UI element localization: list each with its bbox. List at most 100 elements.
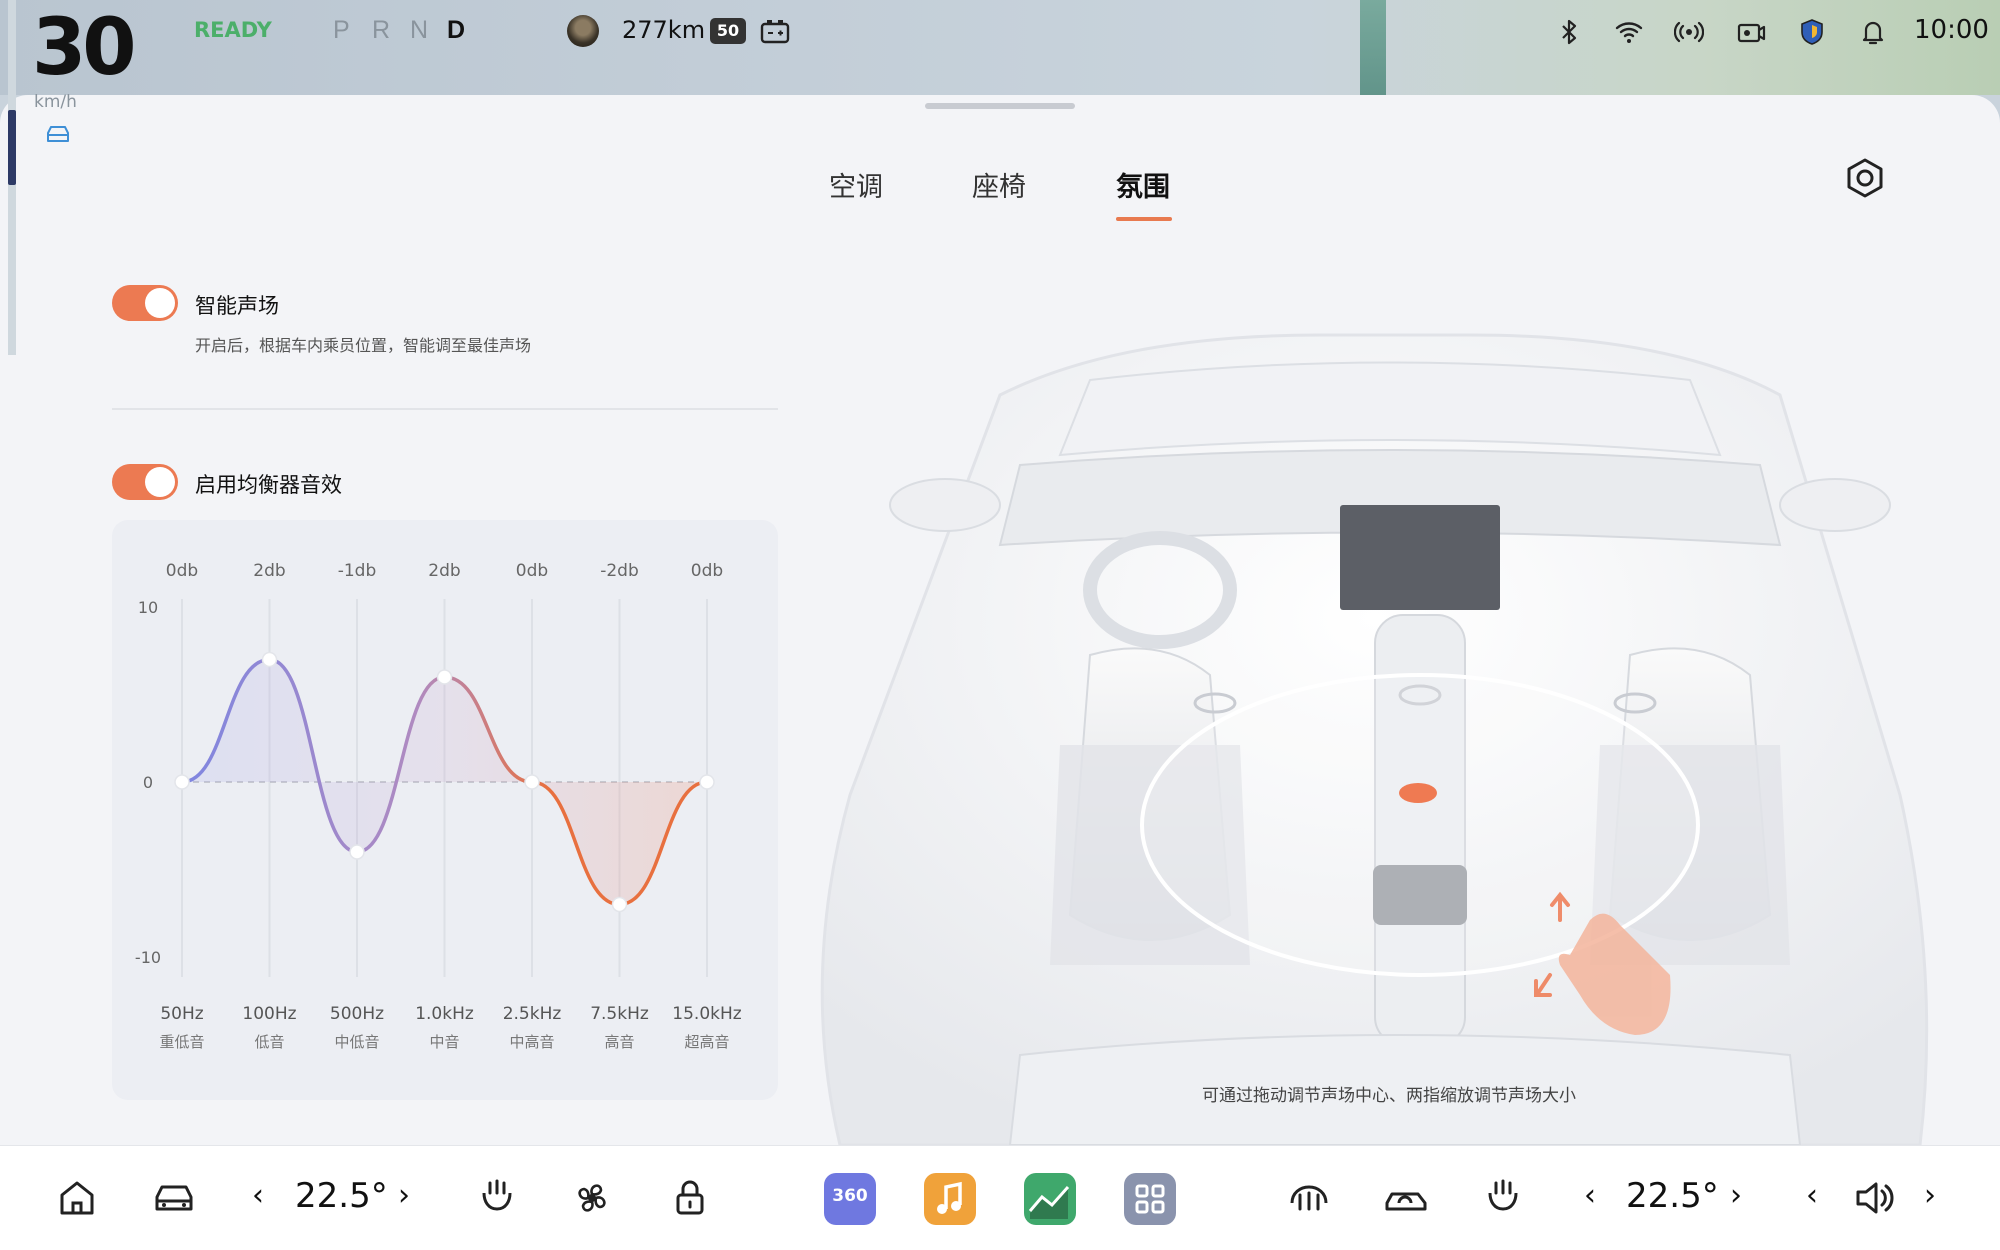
equalizer-card: 10 0 -10 0db 50Hz 重低音 2db 100Hz 低音 -1db 500Hz 中低音 2d… [112,520,778,1100]
battery-icon [760,20,790,44]
section-divider [112,408,778,410]
speed-limit-badge: 50 [710,18,746,44]
settings-hex-icon[interactable] [1844,157,1886,199]
status-bar: 30 READY P R N D 277km 50 10:00 [0,0,2000,95]
clock: 10:00 [1914,15,1989,45]
climate-panel: 空调 座椅 氛围 智能声场 开启后，根据车内乘员位置，智能调至最佳声场 启用均衡… [0,95,2000,1145]
left-temperature: 22.5° [295,1176,388,1216]
bluetooth-icon[interactable] [1554,17,1584,47]
app-360-camera[interactable]: 360 [824,1173,876,1225]
eq-y-tick: 0 [143,773,153,792]
eq-frequency-label: 15.0kHz [672,1004,741,1024]
active-tab-indicator [1116,217,1172,221]
bottom-dock: ‹ 22.5° › 360 ‹ 22.5° › ‹ › [0,1145,2000,1250]
seat-heat-left-icon[interactable] [472,1173,522,1223]
eq-band-label: 中音 [429,1033,459,1051]
chart-line-icon [1028,1186,1070,1219]
seat-heat-right-icon[interactable] [1478,1173,1528,1223]
eq-frequency-label: 1.0kHz [415,1004,474,1024]
equalizer-toggle[interactable] [112,464,178,500]
car-cabin-sound-field[interactable] [790,275,2000,1145]
eq-frequency-label: 2.5kHz [503,1004,562,1024]
eq-band-label: 超高音 [684,1033,729,1051]
ready-indicator: READY [194,18,272,42]
app-stocks[interactable] [1024,1173,1076,1225]
smart-sound-description: 开启后，根据车内乘员位置，智能调至最佳声场 [195,336,532,355]
eq-y-tick: -10 [135,948,161,967]
equalizer-label: 启用均衡器音效 [195,473,342,497]
gear-r: R [372,16,391,44]
eq-band-label: 中高音 [509,1033,554,1051]
music-note-icon [937,1181,962,1214]
eq-handle[interactable] [699,774,715,790]
gear-d: D [447,16,466,44]
eq-frequency-label: 500Hz [330,1004,384,1024]
smart-sound-label: 智能声场 [195,294,279,318]
eq-frequency-label: 50Hz [160,1004,203,1024]
eq-band-label: 高音 [604,1033,634,1051]
defrost-rear-icon[interactable] [1284,1173,1334,1223]
tab-seat[interactable]: 座椅 [972,165,1026,204]
map-preview-strip [1360,0,1386,95]
center-screen [1340,505,1500,610]
eq-y-tick: 10 [138,598,158,617]
tab-bar: 空调 座椅 氛围 [0,165,2000,235]
left-mirror [889,478,1001,532]
eq-handle[interactable] [524,774,540,790]
volume-down-chevron-icon[interactable]: ‹ [1806,1178,1818,1213]
eq-gain-label: -2db [600,561,639,581]
eq-gain-label: 2db [253,561,285,581]
car-status-icon[interactable] [44,123,72,145]
eq-band-label: 重低音 [159,1033,204,1051]
range-readout: 277km [622,16,706,44]
eq-frequency-label: 7.5kHz [590,1004,649,1024]
car-icon[interactable] [149,1173,199,1223]
recirculation-icon[interactable] [1381,1173,1431,1223]
volume-up-chevron-icon[interactable]: › [1924,1178,1936,1213]
eq-gain-label: 0db [516,561,548,581]
equalizer-chart[interactable]: 10 0 -10 0db 50Hz 重低音 2db 100Hz 低音 -1db 500Hz 中低音 2d… [112,520,778,1100]
eq-handle[interactable] [174,774,190,790]
smart-sound-toggle[interactable] [112,285,178,321]
app-music[interactable] [924,1173,976,1225]
gear-p: P [333,16,350,44]
speed-unit: km/h [34,92,77,112]
panel-drag-handle[interactable] [925,103,1075,109]
eq-frequency-label: 100Hz [242,1004,296,1024]
eq-gain-label: 0db [166,561,198,581]
lock-icon[interactable] [665,1173,715,1223]
fan-icon[interactable] [567,1173,617,1223]
user-avatar[interactable] [567,15,599,47]
left-temp-down-chevron-icon[interactable]: ‹ [252,1178,264,1213]
wifi-icon[interactable] [1614,17,1644,47]
right-temperature: 22.5° [1626,1176,1719,1216]
app-launcher[interactable] [1124,1173,1176,1225]
right-temp-down-chevron-icon[interactable]: ‹ [1584,1178,1596,1213]
signal-icon[interactable] [1674,17,1704,47]
gear-n: N [410,16,429,44]
sound-field-hint: 可通过拖动调节声场中心、两指缩放调节声场大小 [1202,1086,1576,1106]
eq-gain-label: -1db [338,561,377,581]
speed-readout: 30 [32,3,137,93]
eq-handle[interactable] [261,651,278,668]
left-temp-up-chevron-icon[interactable]: › [398,1178,410,1213]
bell-icon[interactable] [1858,17,1888,47]
eq-handle[interactable] [349,844,365,860]
tab-ambience[interactable]: 氛围 [1116,165,1170,204]
eq-gain-label: 0db [691,561,723,581]
right-temp-up-chevron-icon[interactable]: › [1730,1178,1742,1213]
grid-apps-icon [1135,1184,1165,1214]
eq-band-label: 低音 [254,1033,284,1051]
tab-ac[interactable]: 空调 [829,165,883,204]
home-icon[interactable] [52,1173,102,1223]
volume-icon[interactable] [1850,1173,1900,1223]
left-edge-rail [8,0,16,355]
shield-icon[interactable] [1797,17,1827,47]
eq-handle[interactable] [436,669,453,685]
sound-field-center-handle[interactable] [1399,783,1437,803]
eq-gain-label: 2db [428,561,460,581]
eq-band-label: 中低音 [334,1033,379,1051]
dashcam-icon[interactable] [1736,17,1766,47]
eq-handle[interactable] [611,896,628,913]
right-mirror [1779,478,1891,532]
